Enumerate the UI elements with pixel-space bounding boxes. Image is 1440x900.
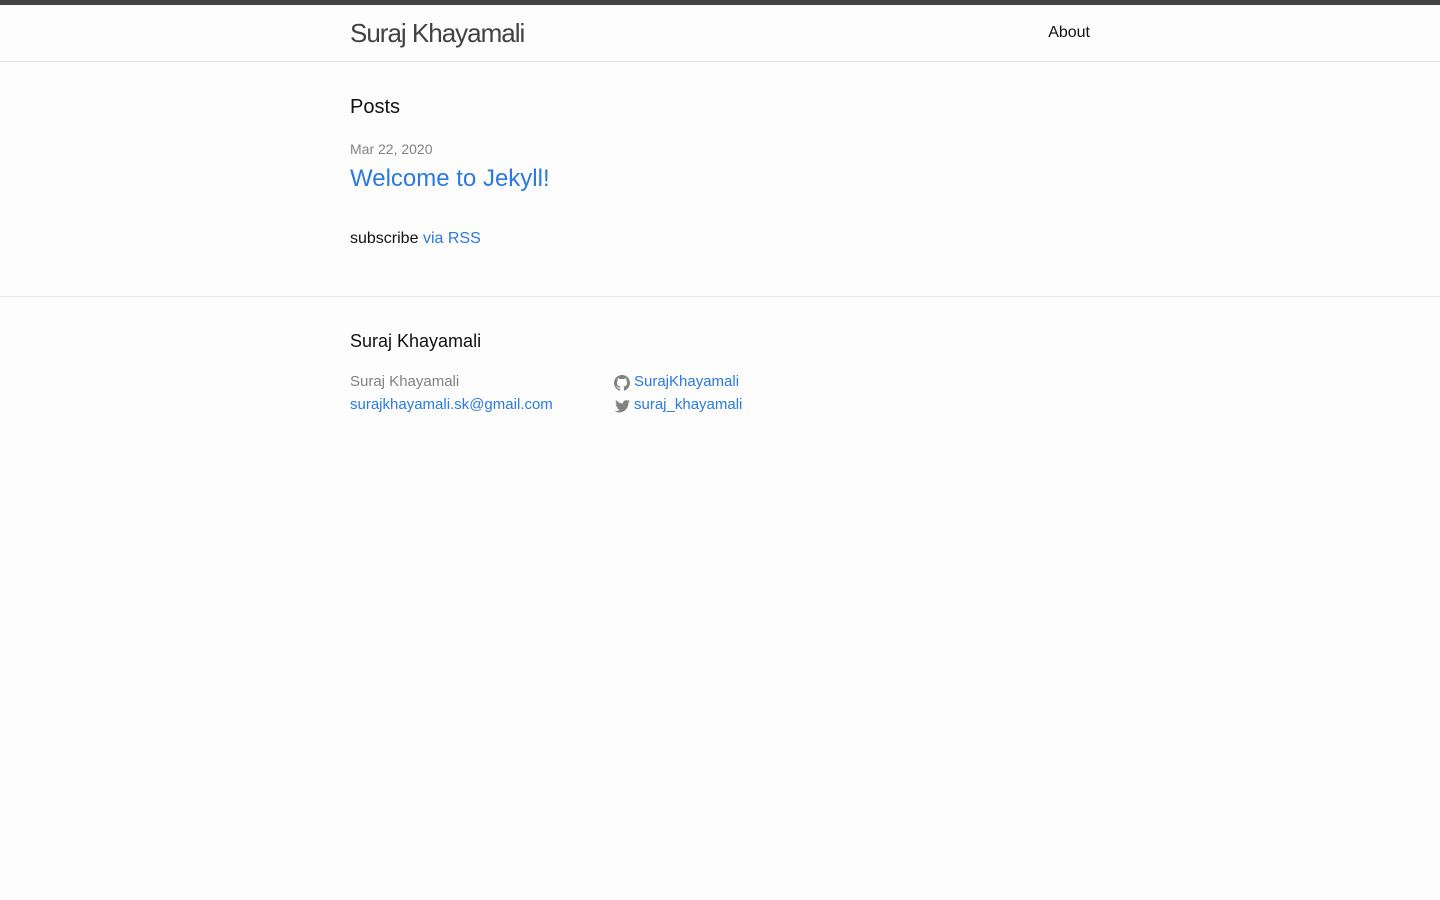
twitter-link[interactable]: suraj_khayamali — [634, 393, 742, 416]
subscribe-label: subscribe — [350, 230, 419, 247]
twitter-icon — [614, 399, 630, 412]
rss-subscribe: subscribe via RSS — [350, 229, 481, 249]
footer-name: Suraj Khayamali — [350, 373, 460, 390]
posts-heading: Posts — [350, 96, 401, 118]
footer-contact-column: Suraj Khayamali surajkhayamali.sk@gmail.… — [350, 370, 553, 416]
twitter-social-item: suraj_khayamali — [614, 393, 742, 416]
rss-link[interactable]: via RSS — [423, 230, 481, 247]
github-link[interactable]: SurajKhayamali — [634, 370, 739, 393]
site-header: Suraj Khayamali About — [0, 5, 1440, 62]
github-icon — [614, 374, 630, 391]
nav-link-about[interactable]: About — [1048, 23, 1090, 43]
github-social-item: SurajKhayamali — [614, 370, 742, 393]
footer-email-link[interactable]: surajkhayamali.sk@gmail.com — [350, 393, 553, 416]
site-title-link[interactable]: Suraj Khayamali — [350, 17, 525, 49]
post-title-link[interactable]: Welcome to Jekyll! — [350, 164, 550, 194]
post-date: Mar 22, 2020 — [350, 141, 433, 157]
footer-social-column: SurajKhayamali suraj_khayamali — [614, 370, 742, 416]
footer-heading: Suraj Khayamali — [350, 331, 482, 351]
site-footer — [0, 296, 1440, 297]
